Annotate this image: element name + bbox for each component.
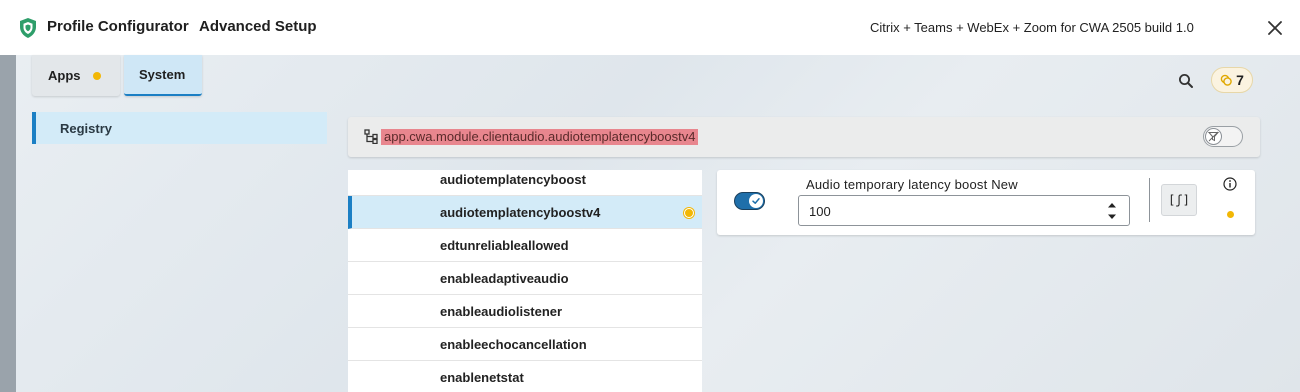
- list-item-label: enableechocancellation: [440, 336, 587, 352]
- tab-system[interactable]: System: [124, 55, 202, 96]
- tab-label: Apps: [48, 68, 81, 83]
- badge-count: 7: [1236, 72, 1244, 88]
- changes-badge[interactable]: 7: [1211, 67, 1253, 93]
- list-item-selected[interactable]: audiotemplatencyboostv4: [348, 196, 702, 229]
- title-bar: Profile Configurator Advanced Setup Citr…: [0, 0, 1300, 55]
- divider: [1149, 178, 1150, 222]
- list-item[interactable]: edtunreliableallowed: [348, 229, 702, 262]
- tab-label: System: [139, 67, 186, 82]
- list-item[interactable]: enableadaptiveaudio: [348, 262, 702, 295]
- filter-off-icon: [1205, 128, 1222, 145]
- profile-name: Citrix + Teams + WebEx + Zoom for CWA 25…: [870, 20, 1194, 35]
- setting-detail-panel: Audio temporary latency boost New [ʃ]: [717, 170, 1255, 235]
- path-bar: app.cwa.module.clientaudio.audiotemplate…: [348, 117, 1260, 157]
- list-item-label: enableaudiolistener: [440, 303, 563, 319]
- tree-icon: [364, 129, 378, 144]
- shield-icon: [20, 18, 36, 38]
- value-input[interactable]: [809, 202, 1089, 220]
- check-icon: [749, 194, 763, 208]
- function-button[interactable]: [ʃ]: [1161, 184, 1197, 216]
- list-item[interactable]: enablenetstat: [348, 361, 702, 392]
- tab-apps[interactable]: Apps: [32, 55, 120, 96]
- setting-label: Audio temporary latency boost New: [806, 177, 1018, 192]
- info-icon[interactable]: [1223, 177, 1237, 191]
- list-item-label: edtunreliableallowed: [440, 237, 569, 253]
- sidebar-item-label: Registry: [60, 120, 113, 136]
- list-item-label: audiotemplatencyboostv4: [440, 204, 601, 220]
- search-icon[interactable]: [1177, 72, 1195, 90]
- registry-key-list: audiotemplatencyboost audiotemplatencybo…: [348, 170, 702, 392]
- enable-toggle[interactable]: [734, 192, 765, 210]
- coins-icon: [1220, 74, 1232, 86]
- list-item[interactable]: enableaudiolistener: [348, 295, 702, 328]
- modified-indicator: [1227, 211, 1234, 218]
- modified-indicator: [92, 71, 101, 80]
- value-stepper[interactable]: [798, 195, 1130, 226]
- list-item[interactable]: audiotemplatencyboost: [348, 170, 702, 196]
- list-item[interactable]: enableechocancellation: [348, 328, 702, 361]
- list-item-label: audiotemplatencyboost: [440, 171, 586, 187]
- registry-path: app.cwa.module.clientaudio.audiotemplate…: [381, 129, 699, 145]
- workspace: Apps System 7 Registry app.cwa.module.cl…: [16, 55, 1300, 392]
- app-subtitle: Advanced Setup: [199, 18, 317, 35]
- decrement-icon[interactable]: [1104, 211, 1120, 223]
- filter-toggle[interactable]: [1203, 126, 1243, 147]
- list-item-label: enablenetstat: [440, 369, 524, 385]
- sidebar-item-registry[interactable]: Registry: [32, 112, 327, 144]
- list-item-label: enableadaptiveaudio: [440, 270, 569, 286]
- modified-indicator: [684, 208, 694, 218]
- close-icon[interactable]: [1263, 16, 1287, 40]
- increment-icon[interactable]: [1104, 199, 1120, 211]
- app-title: Profile Configurator: [47, 18, 189, 35]
